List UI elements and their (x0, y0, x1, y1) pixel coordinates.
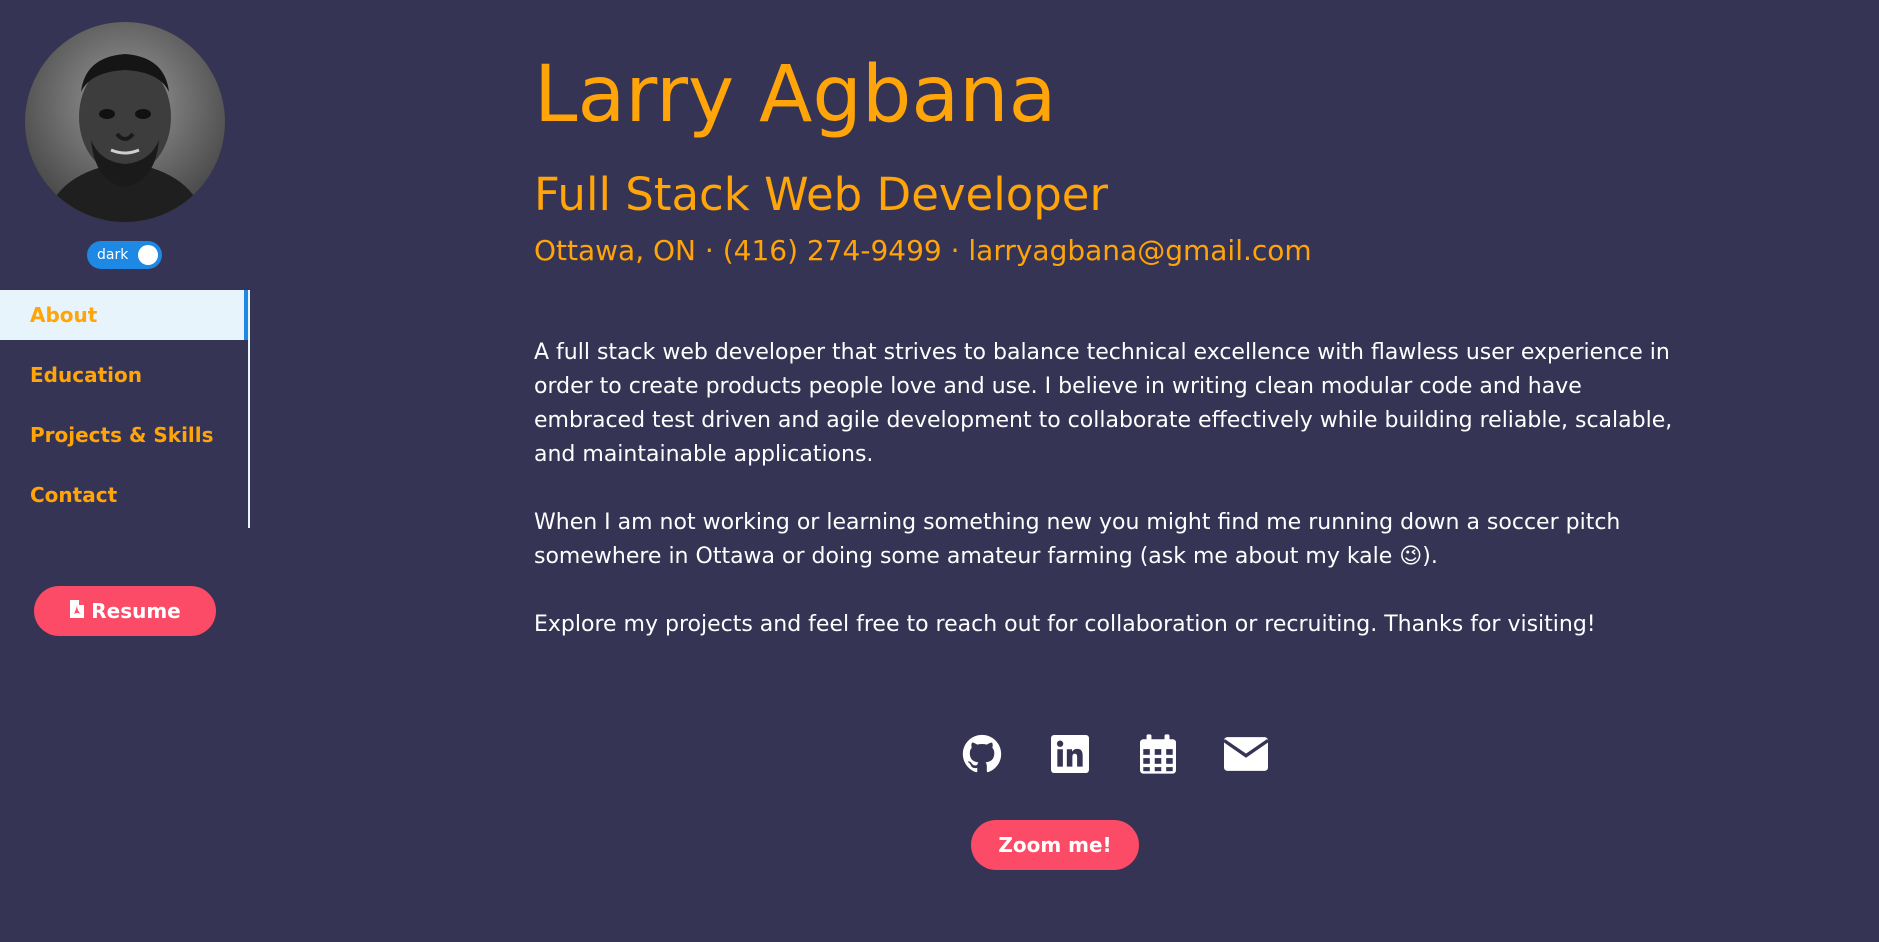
resume-label: Resume (91, 599, 181, 623)
bio-paragraph: When I am not working or learning someth… (534, 510, 1621, 569)
sidebar-item-about[interactable]: About (0, 290, 248, 340)
linkedin-icon[interactable] (1048, 732, 1092, 776)
github-icon[interactable] (960, 732, 1004, 776)
sidebar-nav: About Education Projects & Skills Contac… (0, 290, 250, 528)
contact-info: Ottawa, ON · (416) 274-9499 · larryagban… (534, 234, 1312, 267)
theme-toggle-label: dark (97, 247, 129, 263)
sidebar-item-contact[interactable]: Contact (0, 470, 248, 520)
bio: A full stack web developer that strives … (534, 336, 1674, 676)
resume-button[interactable]: Resume (34, 586, 216, 636)
sidebar-item-education[interactable]: Education (0, 350, 248, 400)
profile-photo (25, 22, 225, 222)
social-links (524, 732, 1704, 776)
job-title: Full Stack Web Developer (534, 168, 1108, 221)
sidebar: dark About Education Projects & Skills C… (0, 0, 250, 942)
page-title: Larry Agbana (534, 50, 1057, 140)
avatar (25, 22, 225, 222)
bio-paragraph: A full stack web developer that strives … (534, 340, 1673, 467)
pdf-file-icon (69, 599, 85, 624)
toggle-knob (138, 245, 158, 265)
calendar-icon[interactable] (1136, 732, 1180, 776)
email-icon[interactable] (1224, 732, 1268, 776)
portfolio-page: dark About Education Projects & Skills C… (0, 0, 1879, 942)
zoom-me-button[interactable]: Zoom me! (971, 820, 1139, 870)
bio-paragraph: Explore my projects and feel free to rea… (534, 612, 1596, 637)
sidebar-item-projects-skills[interactable]: Projects & Skills (0, 410, 248, 460)
theme-toggle[interactable]: dark (87, 241, 162, 269)
